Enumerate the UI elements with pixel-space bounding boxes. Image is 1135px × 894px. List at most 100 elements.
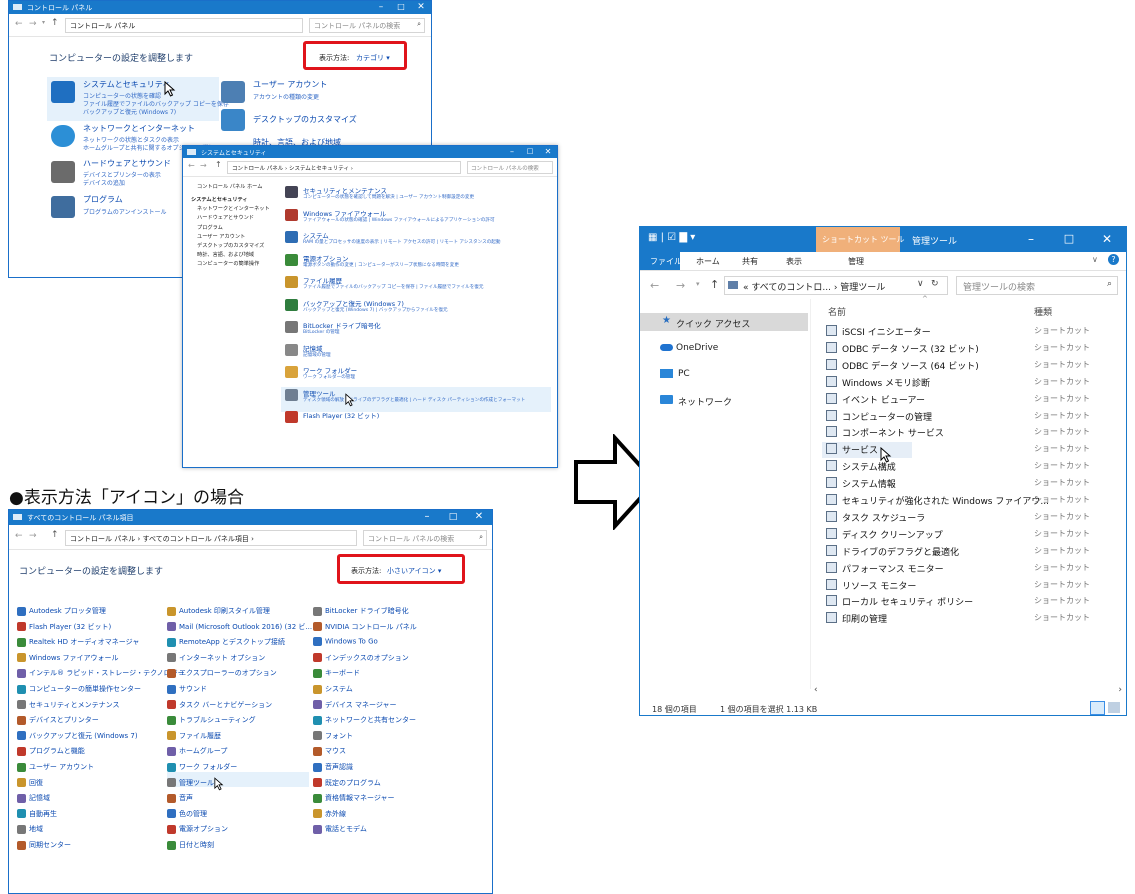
control-panel-item[interactable]: 電源オプション bbox=[167, 824, 228, 834]
title-bar[interactable]: ▦ | ☑ ▇ ▾ ショートカット ツール 管理ツール – □ ✕ bbox=[640, 227, 1126, 252]
nav-item-pc[interactable]: PC bbox=[640, 365, 808, 383]
file-row[interactable]: セキュリティが強化された Windows ファイアウ... ショートカット bbox=[826, 492, 1126, 508]
help-icon[interactable]: ? bbox=[1108, 254, 1119, 265]
file-row[interactable]: システム情報 ショートカット bbox=[826, 475, 1126, 491]
quick-access-toolbar[interactable]: ▦ | ☑ ▇ ▾ bbox=[648, 232, 695, 243]
address-bar[interactable]: コントロール パネル bbox=[65, 18, 303, 33]
maximize-button[interactable]: □ bbox=[440, 510, 466, 524]
up-button[interactable]: ↑ bbox=[51, 18, 59, 28]
control-panel-item[interactable]: サウンド bbox=[167, 684, 207, 694]
control-panel-item[interactable]: システム bbox=[313, 684, 353, 694]
control-panel-item[interactable]: 音声認識 bbox=[313, 762, 353, 772]
ribbon-tab-view[interactable]: 表示 bbox=[786, 256, 802, 267]
sidebar-home-link[interactable]: コントロール パネル ホーム bbox=[197, 183, 262, 190]
category-link[interactable]: デバイスの追加 bbox=[83, 178, 125, 187]
refresh-icon[interactable]: ↻ bbox=[931, 279, 939, 289]
ribbon-tab-home[interactable]: ホーム bbox=[696, 256, 720, 267]
sidebar-item[interactable]: ハードウェアとサウンド bbox=[197, 214, 254, 221]
column-header-type[interactable]: 種類 bbox=[1034, 305, 1052, 318]
control-panel-item[interactable]: ホームグループ bbox=[167, 746, 227, 756]
title-bar[interactable]: システムとセキュリティ – □ ✕ bbox=[183, 146, 557, 158]
forward-button[interactable]: → bbox=[200, 161, 207, 170]
item-links[interactable]: RAM の量とプロセッサの速度の表示 | リモート アクセスの許可 | リモート… bbox=[303, 239, 501, 245]
control-panel-item[interactable]: 既定のプログラム bbox=[313, 778, 381, 788]
close-button[interactable]: ✕ bbox=[466, 510, 492, 524]
up-button[interactable]: ↑ bbox=[215, 160, 222, 169]
file-row[interactable]: コンポーネント サービス ショートカット bbox=[826, 424, 1126, 440]
file-row[interactable]: リソース モニター ショートカット bbox=[826, 577, 1126, 593]
file-row[interactable]: Windows メモリ診断 ショートカット bbox=[826, 374, 1126, 390]
item-links[interactable]: 電源ボタンの動作の変更 | コンピューターがスリープ状態になる時間を変更 bbox=[303, 262, 459, 268]
control-panel-item[interactable]: 管理ツール bbox=[167, 778, 214, 788]
control-panel-item[interactable]: フォント bbox=[313, 731, 353, 741]
file-row[interactable]: iSCSI イニシエーター ショートカット bbox=[826, 323, 1126, 339]
control-panel-item[interactable]: セキュリティとメンテナンス bbox=[17, 700, 119, 710]
forward-button[interactable]: → bbox=[29, 19, 37, 29]
column-header-name[interactable]: 名前 bbox=[828, 305, 846, 318]
file-row[interactable]: ドライブのデフラグと最適化 ショートカット bbox=[826, 543, 1126, 559]
ribbon-tab-manage[interactable]: 管理 bbox=[848, 256, 864, 267]
minimize-button[interactable]: – bbox=[414, 510, 440, 524]
control-panel-item[interactable]: Autodesk 印刷スタイル管理 bbox=[167, 606, 270, 616]
control-panel-item[interactable]: Flash Player (32 ビット) bbox=[17, 622, 111, 632]
horizontal-scrollbar[interactable]: ‹ › bbox=[812, 685, 1126, 697]
item-links[interactable]: ワーク フォルダーの管理 bbox=[303, 374, 355, 380]
control-panel-item[interactable]: 電話とモデム bbox=[313, 824, 367, 834]
control-panel-item[interactable]: 色の管理 bbox=[167, 809, 207, 819]
item-links[interactable]: ファイル履歴でファイルのバックアップ コピーを保存 | ファイル履歴でファイルを… bbox=[303, 284, 484, 290]
back-button[interactable]: ← bbox=[650, 279, 659, 292]
title-bar[interactable]: コントロール パネル – □ ✕ bbox=[9, 1, 431, 14]
back-button[interactable]: ← bbox=[15, 19, 23, 29]
file-row[interactable]: コンピューターの管理 ショートカット bbox=[826, 408, 1126, 424]
maximize-button[interactable]: □ bbox=[391, 1, 411, 13]
file-row[interactable]: タスク スケジューラ ショートカット bbox=[826, 509, 1126, 525]
ribbon-tab-share[interactable]: 共有 bbox=[742, 256, 758, 267]
control-panel-item[interactable]: トラブルシューティング bbox=[167, 715, 256, 725]
address-dropdown-icon[interactable]: ∨ bbox=[917, 279, 924, 289]
control-panel-item[interactable]: エクスプローラーのオプション bbox=[167, 668, 277, 678]
file-row[interactable]: ディスク クリーンアップ ショートカット bbox=[826, 526, 1126, 542]
maximize-button[interactable]: □ bbox=[1050, 227, 1088, 251]
back-button[interactable]: ← bbox=[188, 161, 195, 170]
address-bar[interactable]: コントロール パネル › システムとセキュリティ › bbox=[227, 161, 461, 174]
file-row[interactable]: ローカル セキュリティ ポリシー ショートカット bbox=[826, 593, 1126, 609]
category-title[interactable]: ユーザー アカウント bbox=[253, 79, 327, 90]
category-title[interactable]: ハードウェアとサウンド bbox=[83, 158, 171, 169]
close-button[interactable]: ✕ bbox=[411, 1, 431, 13]
category-link[interactable]: バックアップと復元 (Windows 7) bbox=[83, 107, 176, 116]
file-row[interactable]: ODBC データ ソース (32 ビット) ショートカット bbox=[826, 340, 1126, 356]
control-panel-item[interactable]: 地域 bbox=[17, 824, 43, 834]
category-title[interactable]: プログラム bbox=[83, 194, 123, 205]
search-input[interactable]: コントロール パネルの検索 bbox=[467, 161, 553, 174]
search-input[interactable]: コントロール パネルの検索 ⌕ bbox=[363, 530, 487, 546]
nav-item-quick-access[interactable]: ★ クイック アクセス bbox=[640, 313, 808, 331]
control-panel-item[interactable]: Windows To Go bbox=[313, 637, 378, 647]
file-row[interactable]: システム構成 ショートカット bbox=[826, 458, 1126, 474]
search-input[interactable]: 管理ツールの検索 ⌕ bbox=[956, 276, 1118, 295]
category-link[interactable]: アカウントの種類の変更 bbox=[253, 92, 319, 101]
control-panel-item[interactable]: インテル® ラピッド・ストレージ・テクノロジー bbox=[17, 668, 185, 678]
minimize-button[interactable]: – bbox=[503, 146, 521, 157]
control-panel-item[interactable]: バックアップと復元 (Windows 7) bbox=[17, 731, 138, 741]
item-links[interactable]: BitLocker の管理 bbox=[303, 329, 340, 335]
sidebar-item[interactable]: デスクトップのカスタマイズ bbox=[197, 242, 264, 249]
category-link[interactable]: プログラムのアンインストール bbox=[83, 207, 166, 216]
control-panel-item[interactable]: マウス bbox=[313, 746, 346, 756]
sidebar-item[interactable]: コンピューターの簡単操作 bbox=[197, 260, 259, 267]
ribbon-tab-file[interactable]: ファイル bbox=[640, 252, 682, 270]
control-panel-item[interactable]: 赤外線 bbox=[313, 809, 346, 819]
control-panel-item[interactable]: BitLocker ドライブ暗号化 bbox=[313, 606, 409, 616]
title-bar[interactable]: すべてのコントロール パネル項目 – □ ✕ bbox=[9, 510, 492, 525]
control-panel-item[interactable]: Windows ファイアウォール bbox=[17, 653, 118, 663]
maximize-button[interactable]: □ bbox=[521, 146, 539, 157]
close-button[interactable]: ✕ bbox=[1088, 227, 1126, 251]
control-panel-item[interactable]: ワーク フォルダー bbox=[167, 762, 237, 772]
control-panel-item[interactable]: Realtek HD オーディオマネージャ bbox=[17, 637, 139, 647]
large-icons-view-icon[interactable] bbox=[1108, 702, 1120, 713]
expand-ribbon-icon[interactable]: ∨ bbox=[1092, 255, 1098, 264]
file-row[interactable]: パフォーマンス モニター ショートカット bbox=[826, 560, 1126, 576]
item-links[interactable]: ファイアウォールの状態の確認 | Windows ファイアウォールによるアプリケ… bbox=[303, 217, 495, 223]
control-panel-item[interactable]: キーボード bbox=[313, 668, 360, 678]
control-panel-item[interactable]: 音声 bbox=[167, 793, 193, 803]
nav-item-onedrive[interactable]: OneDrive bbox=[640, 339, 808, 357]
